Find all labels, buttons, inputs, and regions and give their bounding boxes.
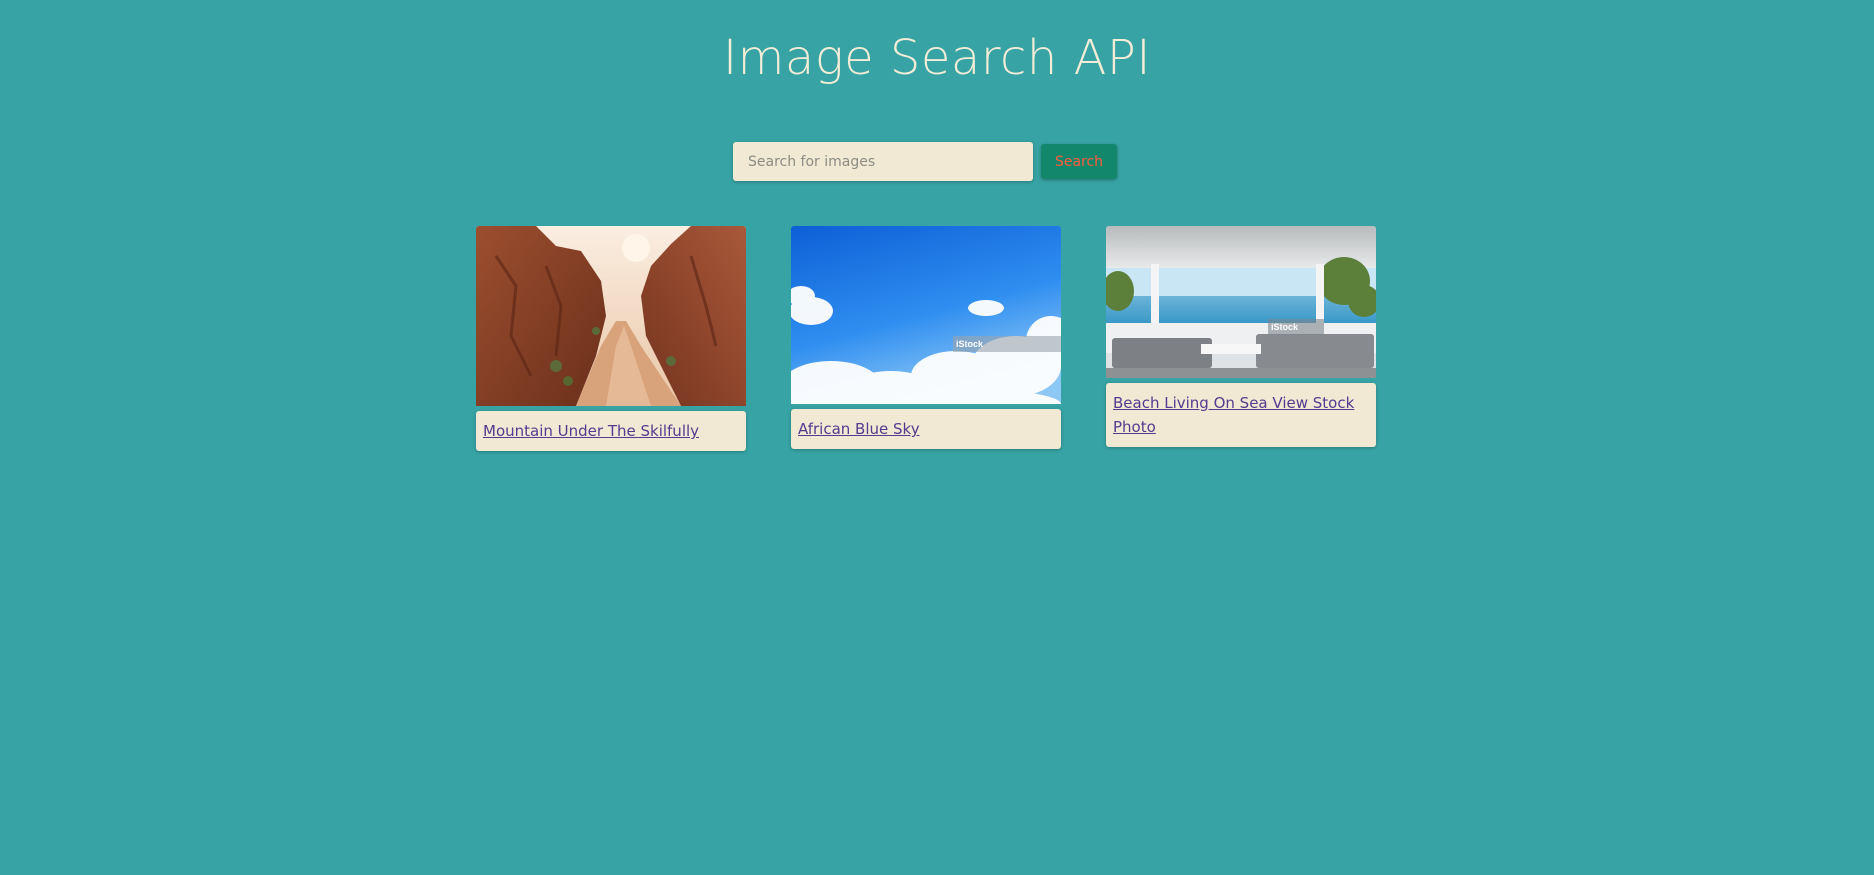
result-caption: Beach Living On Sea View Stock Photo	[1106, 383, 1376, 447]
result-image-sky[interactable]: iStock	[791, 226, 1061, 404]
result-caption: African Blue Sky	[791, 409, 1061, 449]
page-title: Image Search API	[722, 30, 1152, 86]
watermark-text: iStock	[956, 339, 984, 349]
search-input[interactable]	[733, 142, 1033, 181]
result-card: iStock African Blue Sky	[791, 226, 1061, 449]
result-card: Mountain Under The Skilfully	[476, 226, 746, 451]
result-link[interactable]: Beach Living On Sea View Stock Photo	[1113, 394, 1354, 436]
search-button[interactable]: Search	[1041, 144, 1117, 179]
result-link[interactable]: African Blue Sky	[798, 420, 920, 438]
result-link[interactable]: Mountain Under The Skilfully	[483, 422, 699, 440]
result-caption: Mountain Under The Skilfully	[476, 411, 746, 451]
result-card: iStock Beach Living On Sea View Stock Ph…	[1106, 226, 1376, 447]
watermark-text: iStock	[1271, 322, 1299, 332]
result-image-canyon[interactable]	[476, 226, 746, 406]
search-form: Search	[733, 142, 1117, 181]
result-image-living-room[interactable]: iStock	[1106, 226, 1376, 378]
